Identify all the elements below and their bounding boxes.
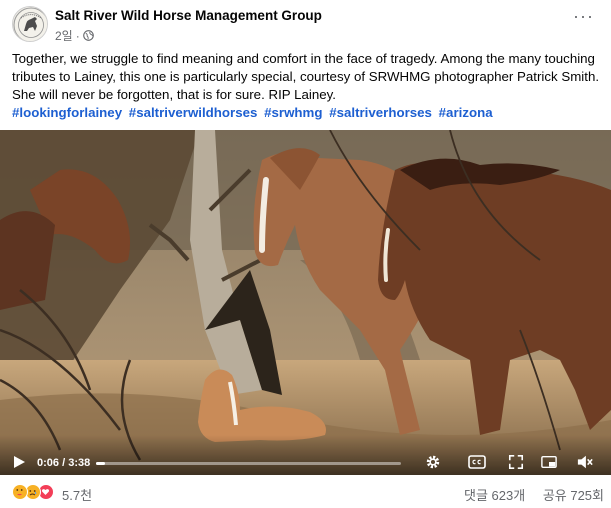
time-separator: / <box>59 457 69 469</box>
comments-count[interactable]: 댓글 623개 <box>464 488 525 503</box>
hashtag-link[interactable]: #srwhmg <box>264 105 322 120</box>
post-caption: Together, we struggle to find meaning an… <box>12 51 600 102</box>
shares-count[interactable]: 공유 725회 <box>543 488 604 503</box>
reaction-icons[interactable] <box>12 484 54 500</box>
page-avatar[interactable] <box>12 6 48 42</box>
video-controls: 0:06 / 3:38 <box>0 435 611 475</box>
hashtag-link[interactable]: #lookingforlainey <box>12 105 122 120</box>
more-options-button[interactable]: ··· <box>573 7 593 30</box>
hashtag-link[interactable]: #saltriverwildhorses <box>129 105 258 120</box>
post-header: Salt River Wild Horse Management Group 2… <box>12 6 599 46</box>
video-frame <box>0 130 611 475</box>
horse-logo-icon <box>13 7 47 41</box>
globe-icon <box>82 30 94 41</box>
hashtag-list: #lookingforlainey #saltriverwildhorses #… <box>12 104 604 122</box>
page-name-link[interactable]: Salt River Wild Horse Management Group <box>55 8 322 23</box>
care-icon <box>12 484 28 500</box>
captions-icon[interactable] <box>468 454 486 470</box>
duration: 3:38 <box>68 457 91 469</box>
hashtag-link[interactable]: #saltriverhorses <box>329 105 432 120</box>
hashtag-link[interactable]: #arizona <box>439 105 493 120</box>
progress-fill <box>96 462 106 465</box>
settings-gear-icon[interactable] <box>424 454 442 470</box>
video-time: 0:06 / 3:38 <box>37 457 90 469</box>
engagement-stats: 댓글 623개 공유 725회 <box>464 485 604 504</box>
play-icon[interactable] <box>12 455 26 469</box>
meta-separator: · <box>75 28 80 43</box>
post-timestamp[interactable]: 2일 <box>55 27 73 44</box>
progress-bar[interactable] <box>96 462 401 465</box>
current-time: 0:06 <box>37 457 60 469</box>
post-footer: 5.7천 댓글 623개 공유 725회 <box>12 482 604 504</box>
reaction-count[interactable]: 5.7천 <box>62 485 92 504</box>
volume-muted-icon[interactable] <box>576 454 594 470</box>
video-player[interactable]: 0:06 / 3:38 <box>0 130 611 475</box>
picture-in-picture-icon[interactable] <box>540 454 558 470</box>
fullscreen-icon[interactable] <box>507 454 525 470</box>
post-meta: 2일 · <box>55 27 94 44</box>
